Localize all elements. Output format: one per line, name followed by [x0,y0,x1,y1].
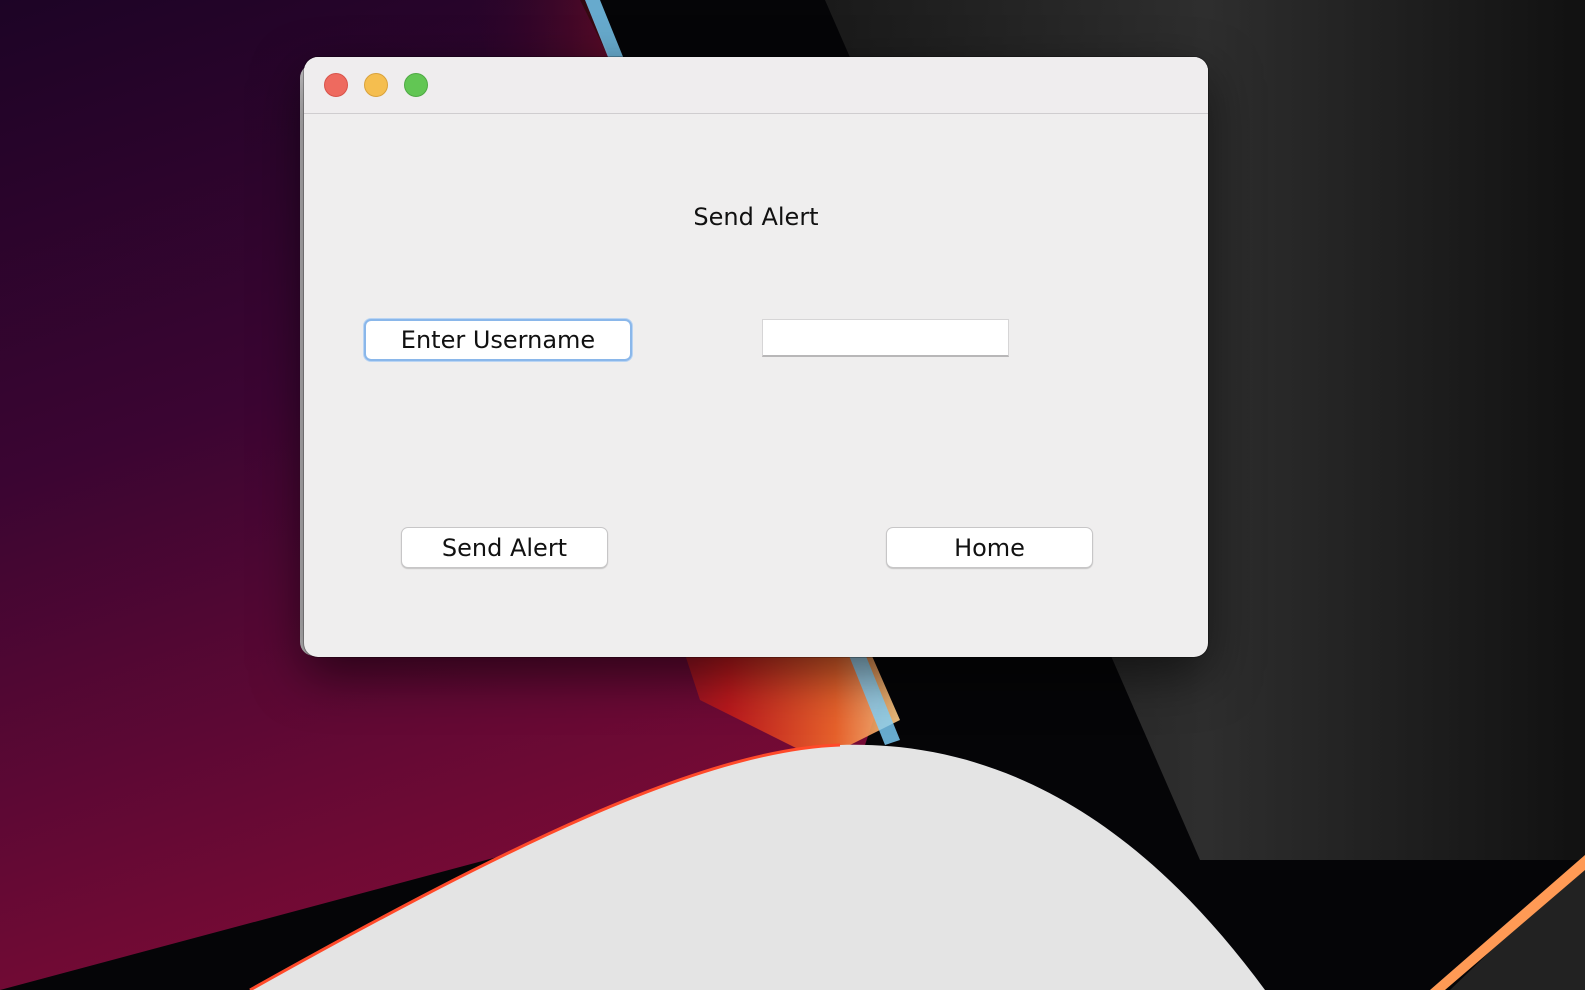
page-title: Send Alert [693,203,819,231]
send-alert-window: Send Alert Enter Username Send Alert Hom… [304,57,1208,657]
window-titlebar[interactable] [304,57,1208,114]
enter-username-button[interactable]: Enter Username [364,319,632,361]
send-alert-button[interactable]: Send Alert [401,527,608,568]
username-input[interactable] [762,319,1009,357]
maximize-window-button[interactable] [404,73,428,97]
home-button[interactable]: Home [886,527,1093,568]
minimize-window-button[interactable] [364,73,388,97]
close-window-button[interactable] [324,73,348,97]
